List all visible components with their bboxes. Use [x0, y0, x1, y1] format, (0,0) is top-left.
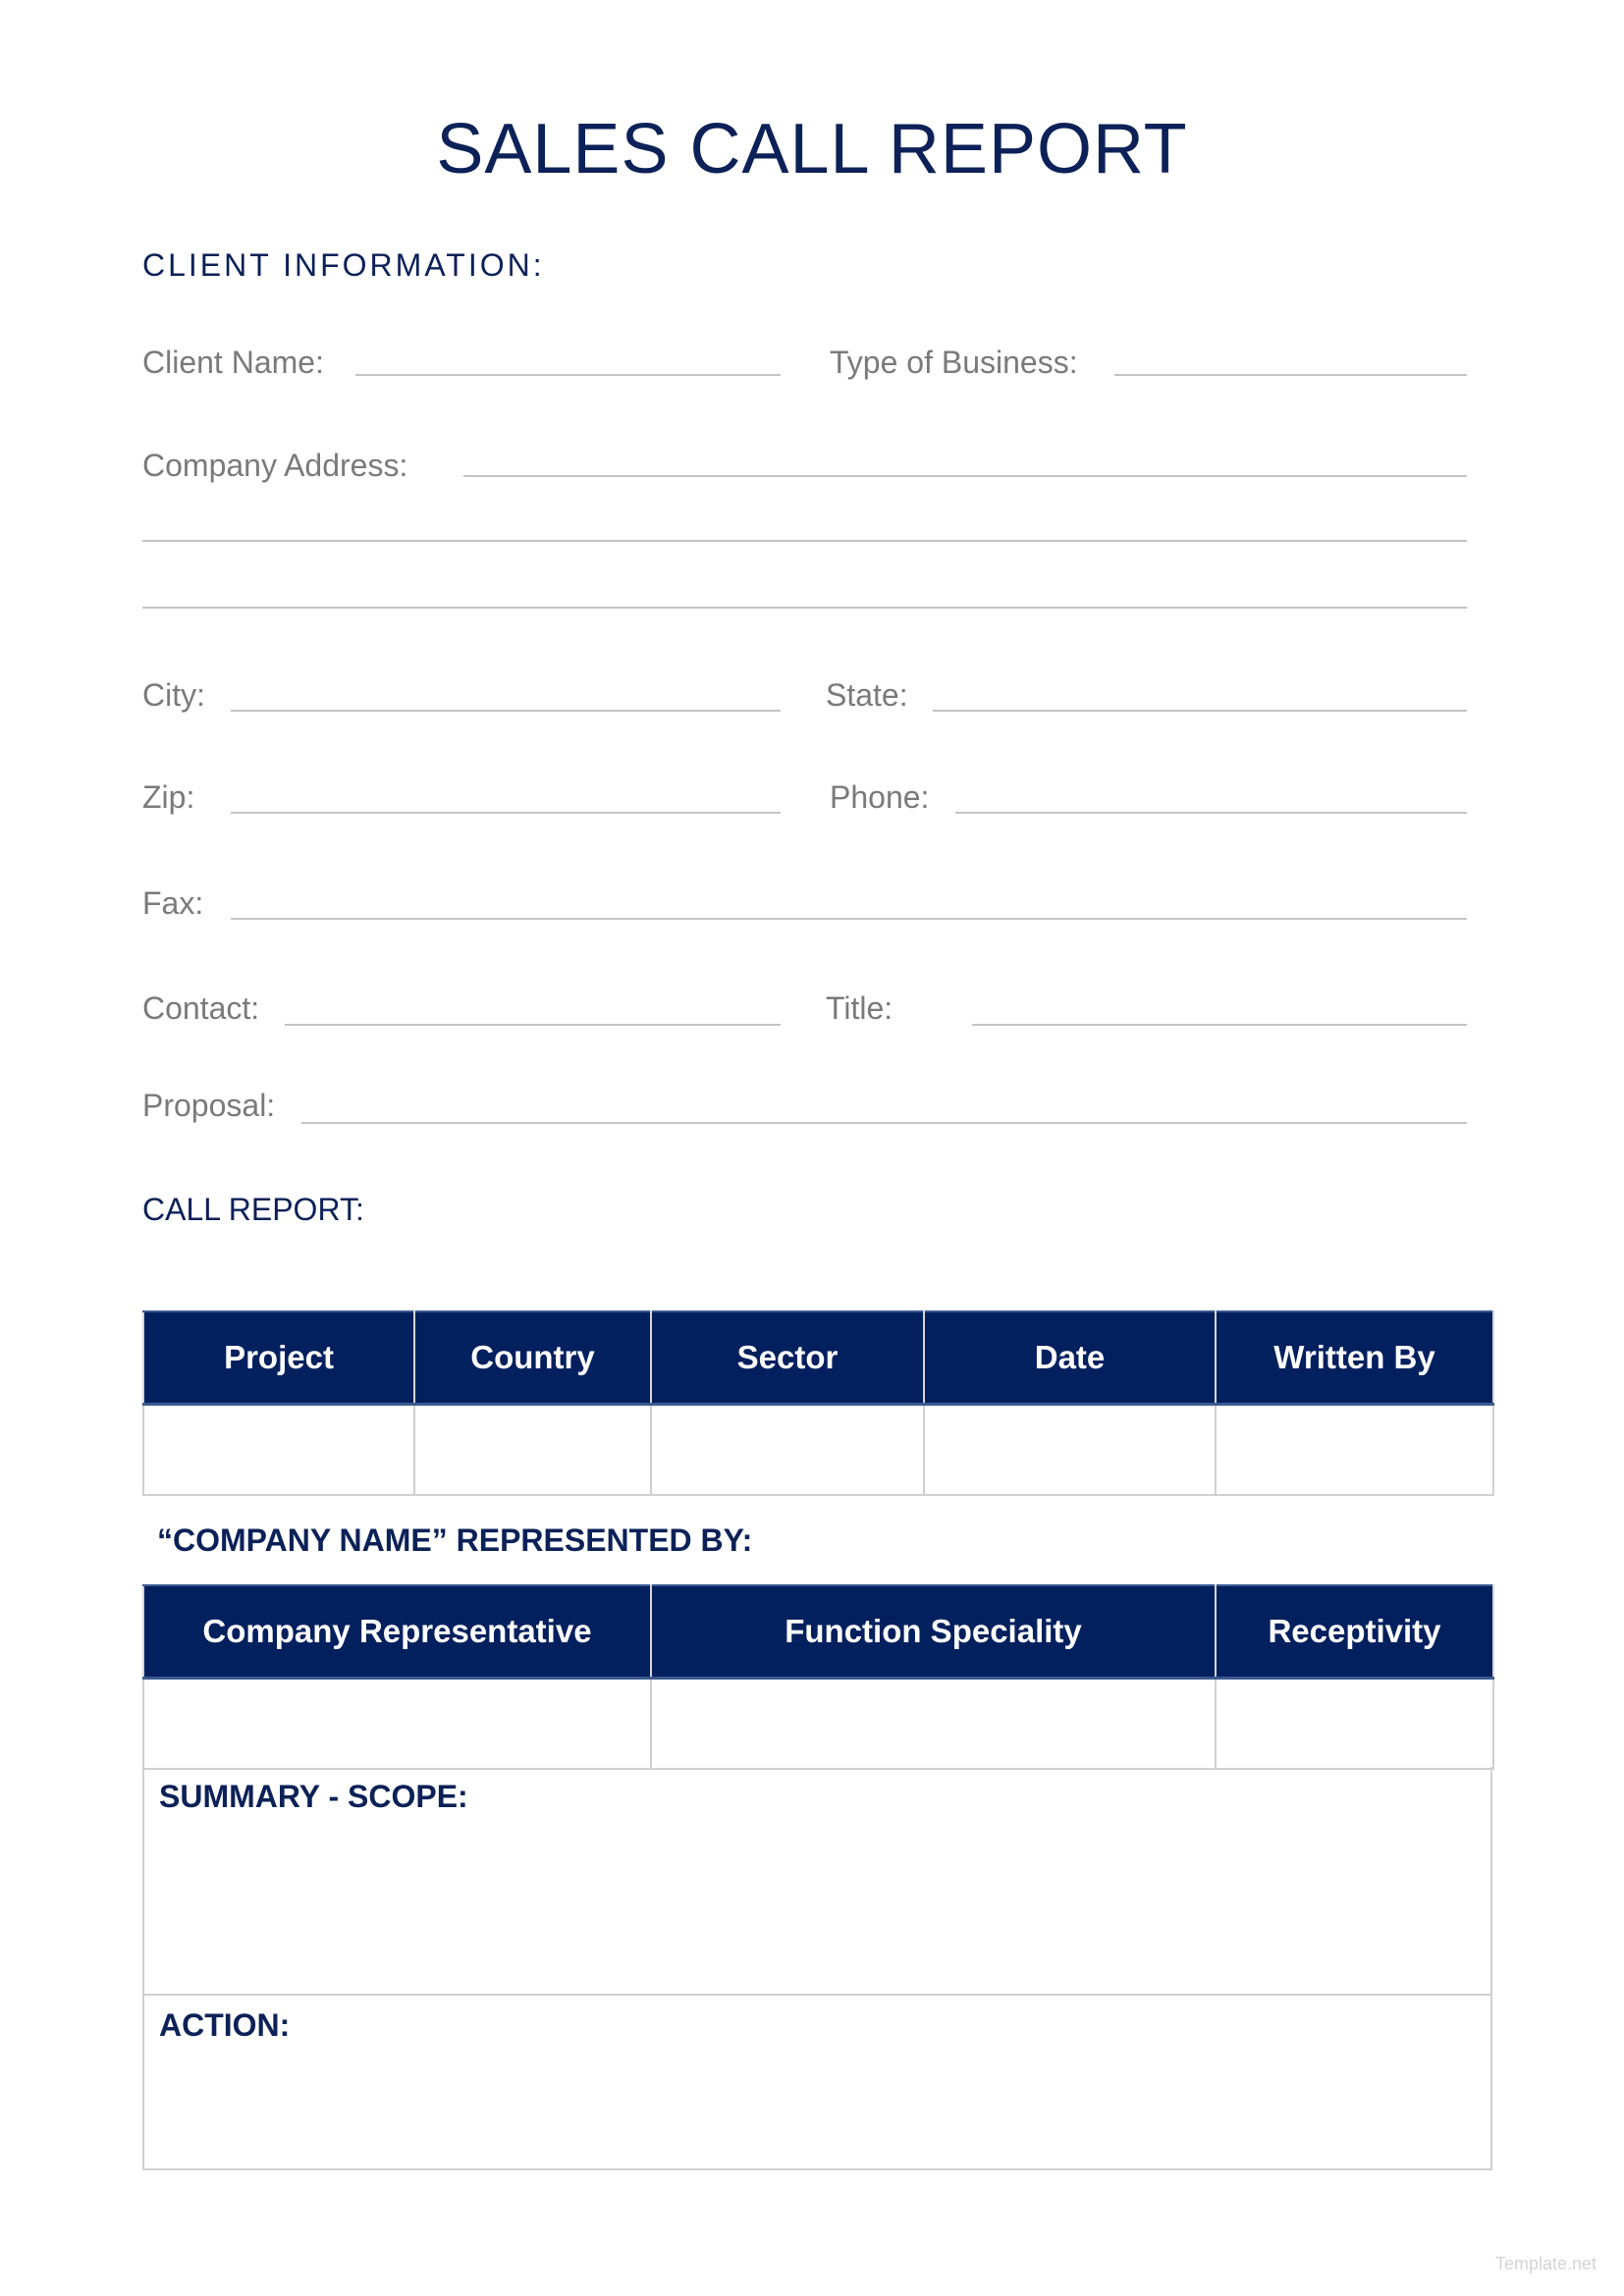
page-title: SALES CALL REPORT [436, 110, 1188, 188]
title-field[interactable] [972, 1024, 1467, 1026]
receptivity-cell[interactable] [1215, 1677, 1494, 1770]
state-label: State: [826, 677, 908, 713]
city-field[interactable] [231, 710, 781, 712]
table-row [142, 1677, 1494, 1770]
type-of-business-field[interactable] [1114, 374, 1467, 376]
type-of-business-label: Type of Business: [830, 345, 1078, 380]
action-label: ACTION: [159, 2007, 291, 2043]
column-header-project: Project [142, 1310, 415, 1406]
watermark: Template.net [1494, 2254, 1597, 2273]
column-header-function-speciality: Function Speciality [650, 1584, 1217, 1680]
company-address-field-line-2[interactable] [142, 540, 1467, 542]
column-header-date: Date [923, 1310, 1217, 1406]
represented-by-table: Company Representative Function Speciali… [142, 1584, 1494, 1770]
zip-field[interactable] [231, 812, 781, 814]
call-report-table: Project Country Sector Date Written By [142, 1310, 1494, 1496]
client-information-heading: CLIENT INFORMATION: [142, 247, 545, 283]
fax-field[interactable] [231, 918, 1467, 920]
summary-scope-box[interactable]: SUMMARY - SCOPE: [142, 1767, 1492, 1996]
client-name-field[interactable] [355, 374, 781, 376]
column-header-written-by: Written By [1215, 1310, 1494, 1406]
company-address-field-line-3[interactable] [142, 607, 1467, 609]
phone-field[interactable] [955, 812, 1467, 814]
date-cell[interactable] [923, 1403, 1217, 1496]
column-header-sector: Sector [650, 1310, 925, 1406]
state-field[interactable] [933, 710, 1467, 712]
column-header-country: Country [413, 1310, 652, 1406]
column-header-receptivity: Receptivity [1215, 1584, 1494, 1680]
action-box[interactable]: ACTION: [142, 1994, 1492, 2170]
contact-label: Contact: [142, 990, 260, 1026]
represented-by-header-row: Company Representative Function Speciali… [142, 1584, 1494, 1680]
table-row [142, 1403, 1494, 1496]
company-address-field-line-1[interactable] [463, 475, 1467, 477]
contact-field[interactable] [285, 1024, 781, 1026]
title-label: Title: [826, 990, 893, 1026]
column-header-company-representative: Company Representative [142, 1584, 652, 1680]
represented-by-heading: “COMPANY NAME” REPRESENTED BY: [157, 1522, 753, 1558]
company-representative-cell[interactable] [142, 1677, 652, 1770]
proposal-field[interactable] [301, 1122, 1467, 1124]
sector-cell[interactable] [650, 1403, 925, 1496]
summary-scope-label: SUMMARY - SCOPE: [159, 1779, 468, 1814]
client-name-label: Client Name: [142, 345, 324, 380]
proposal-label: Proposal: [142, 1088, 276, 1123]
call-report-header-row: Project Country Sector Date Written By [142, 1310, 1494, 1406]
call-report-heading: CALL REPORT: [142, 1192, 364, 1227]
phone-label: Phone: [830, 779, 930, 815]
zip-label: Zip: [142, 779, 195, 815]
city-label: City: [142, 677, 205, 713]
written-by-cell[interactable] [1215, 1403, 1494, 1496]
company-address-label: Company Address: [142, 448, 408, 483]
function-speciality-cell[interactable] [650, 1677, 1217, 1770]
fax-label: Fax: [142, 885, 204, 921]
project-cell[interactable] [142, 1403, 415, 1496]
country-cell[interactable] [413, 1403, 652, 1496]
